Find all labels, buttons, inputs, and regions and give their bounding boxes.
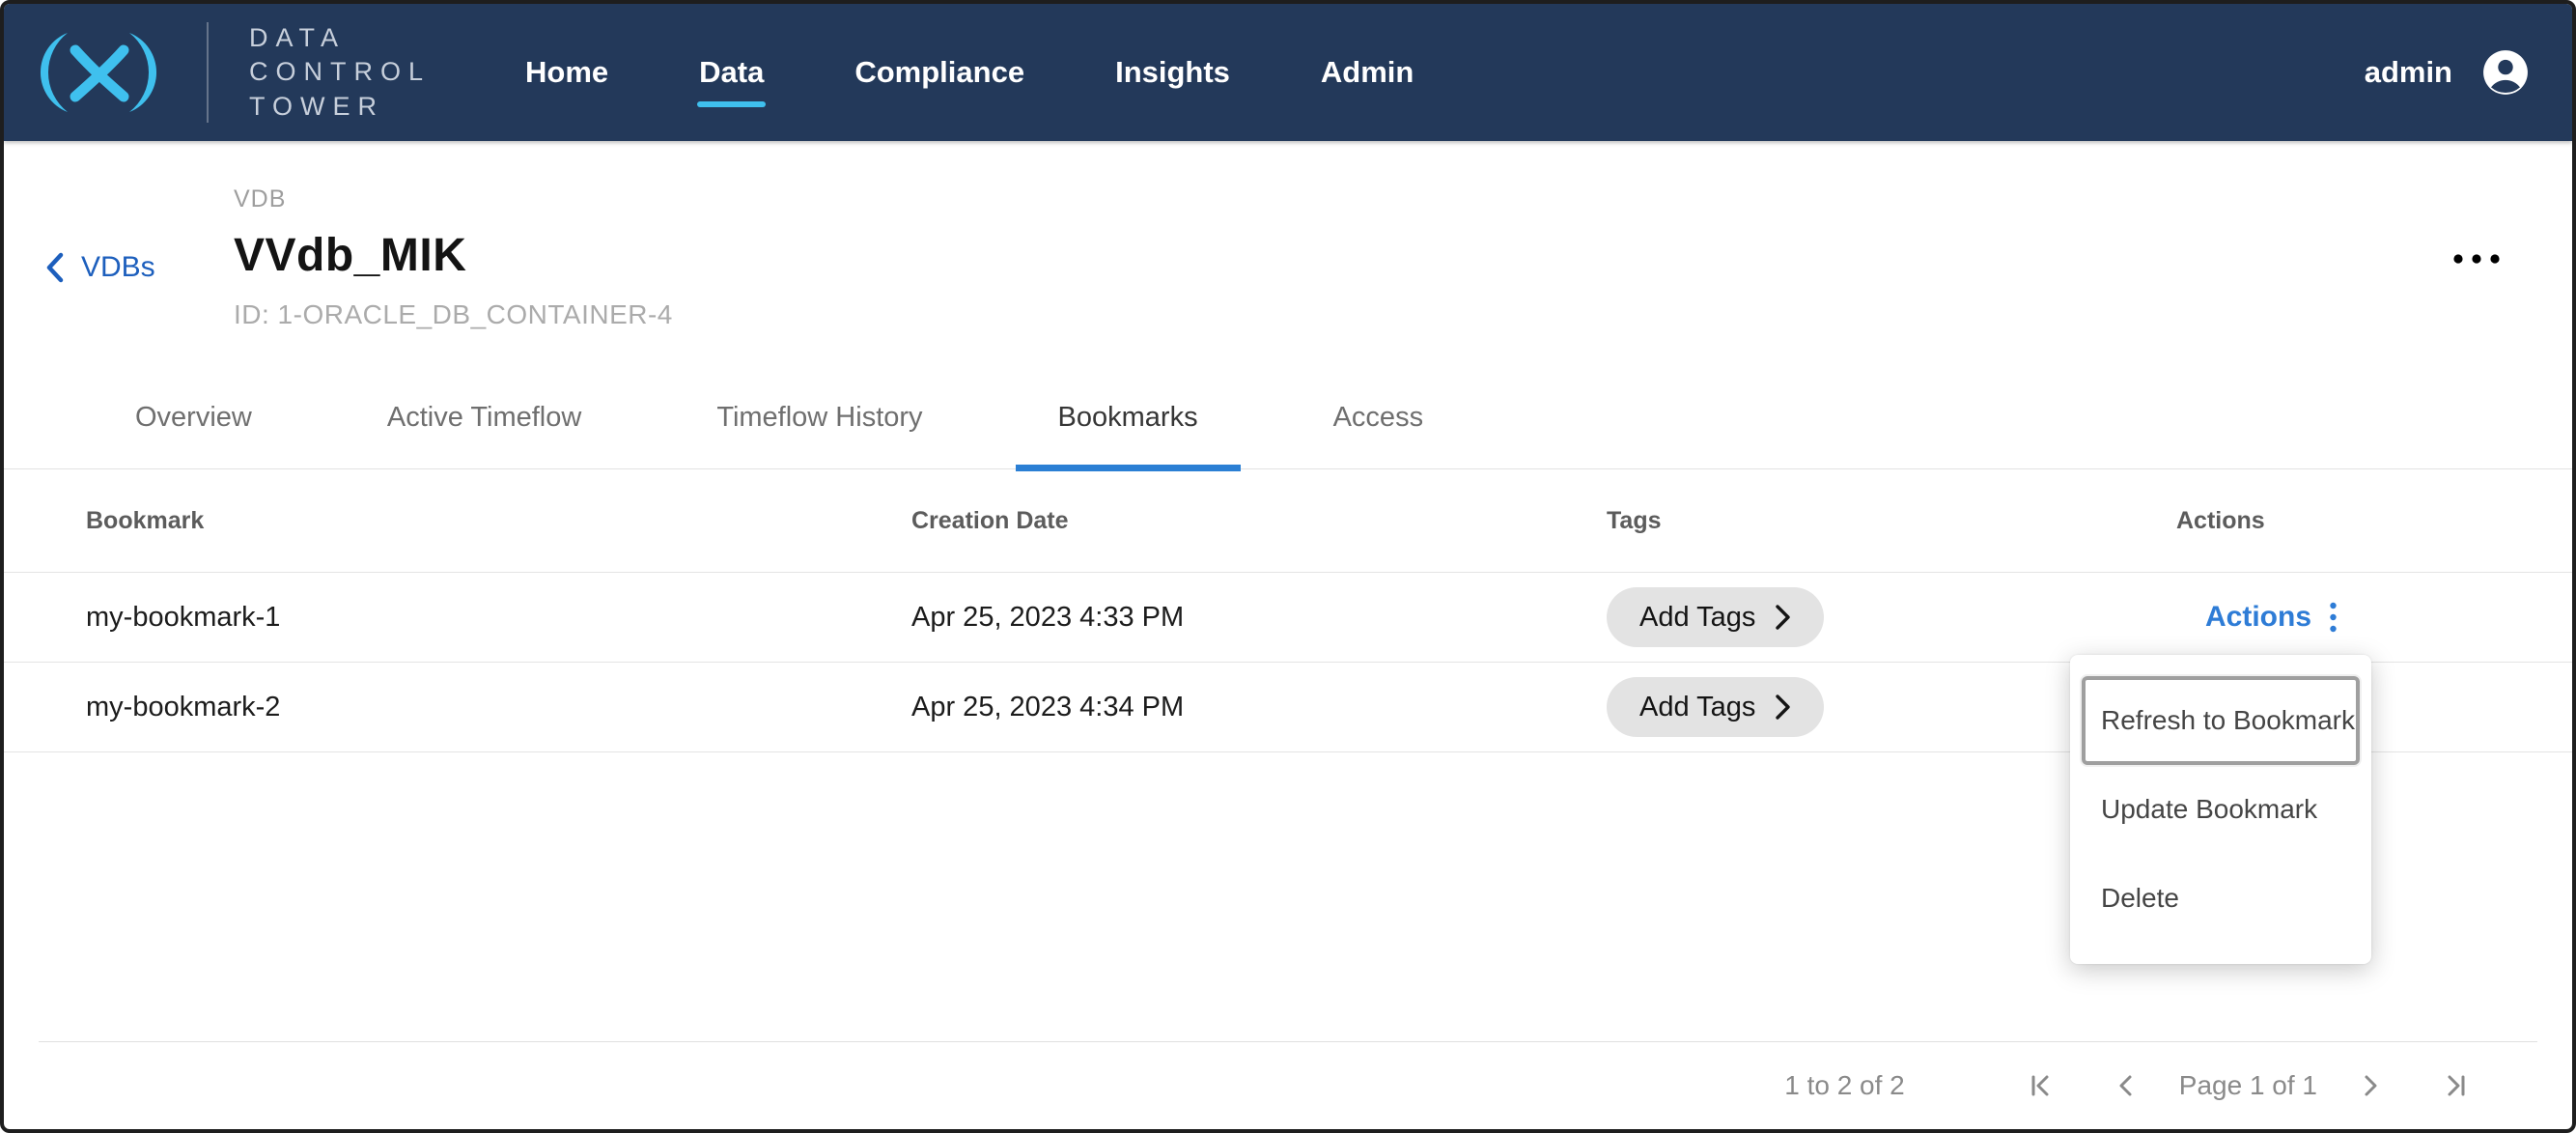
username-label: admin	[2365, 55, 2452, 90]
pagination-bar: 1 to 2 of 2 Page 1 of 1	[39, 1041, 2537, 1129]
kebab-menu-icon	[2329, 601, 2338, 634]
chevron-left-icon	[44, 251, 66, 284]
pagination-range-label: 1 to 2 of 2	[1784, 1070, 1905, 1101]
first-page-button[interactable]	[2021, 1065, 2061, 1106]
add-tags-label: Add Tags	[1639, 692, 1755, 723]
nav-item-data[interactable]: Data	[697, 45, 766, 99]
pagination-page-label: Page 1 of 1	[2179, 1070, 2317, 1101]
tab-bar: Overview Active Timeflow Timeflow Histor…	[4, 384, 2572, 469]
add-tags-label: Add Tags	[1639, 602, 1755, 634]
row-actions-button[interactable]: Actions	[2205, 601, 2338, 634]
chevron-right-icon	[1775, 604, 1791, 631]
top-bar: DATA CONTROL TOWER Home Data Compliance …	[4, 4, 2572, 141]
menu-item-refresh-to-bookmark[interactable]: Refresh to Bookmark	[2082, 676, 2360, 765]
actions-label: Actions	[2205, 601, 2311, 634]
column-header-tags: Tags	[1607, 507, 2176, 535]
app-wordmark: DATA CONTROL TOWER	[249, 21, 431, 125]
chevron-right-icon	[1775, 694, 1791, 721]
chevron-right-icon	[2356, 1071, 2385, 1100]
creation-date: Apr 25, 2023 4:34 PM	[911, 692, 1607, 723]
bookmark-name: my-bookmark-2	[86, 692, 911, 723]
actions-dropdown-menu: Refresh to Bookmark Update Bookmark Dele…	[2070, 655, 2371, 964]
table-header-row: Bookmark Creation Date Tags Actions	[4, 469, 2572, 573]
back-link-vdbs[interactable]: VDBs	[44, 251, 155, 284]
add-tags-button[interactable]: Add Tags	[1607, 587, 1824, 647]
title-block: VDB VVdb_MIK ID: 1-ORACLE_DB_CONTAINER-4	[234, 185, 673, 330]
tab-bookmarks[interactable]: Bookmarks	[1016, 402, 1241, 468]
column-header-bookmark: Bookmark	[86, 507, 911, 535]
user-avatar-icon[interactable]	[2481, 48, 2530, 97]
next-page-button[interactable]	[2350, 1065, 2391, 1106]
main-nav: Home Data Compliance Insights Admin	[523, 45, 1415, 99]
logo-divider	[207, 22, 209, 123]
add-tags-button[interactable]: Add Tags	[1607, 677, 1824, 737]
menu-item-update-bookmark[interactable]: Update Bookmark	[2082, 765, 2360, 854]
last-page-icon	[2441, 1071, 2470, 1100]
tab-active-timeflow[interactable]: Active Timeflow	[345, 402, 624, 468]
horizontal-ellipsis-icon[interactable]	[2445, 245, 2508, 272]
app-window: DATA CONTROL TOWER Home Data Compliance …	[0, 0, 2576, 1133]
page-title: VVdb_MIK	[234, 229, 673, 282]
entity-type-label: VDB	[234, 185, 673, 213]
back-link-label: VDBs	[81, 251, 155, 284]
first-page-icon	[2027, 1071, 2056, 1100]
creation-date: Apr 25, 2023 4:33 PM	[911, 602, 1607, 634]
entity-id-label: ID: 1-ORACLE_DB_CONTAINER-4	[234, 299, 673, 330]
nav-item-compliance[interactable]: Compliance	[853, 45, 1026, 99]
column-header-actions: Actions	[2176, 507, 2534, 535]
tab-overview[interactable]: Overview	[93, 402, 294, 468]
previous-page-button[interactable]	[2106, 1065, 2146, 1106]
topbar-user-area: admin	[2365, 48, 2530, 97]
table-row: my-bookmark-1 Apr 25, 2023 4:33 PM Add T…	[4, 573, 2572, 663]
delphix-mark-icon[interactable]	[25, 25, 172, 120]
column-header-creation-date: Creation Date	[911, 507, 1607, 535]
tab-timeflow-history[interactable]: Timeflow History	[674, 402, 965, 468]
tab-access[interactable]: Access	[1291, 402, 1466, 468]
nav-item-home[interactable]: Home	[523, 45, 610, 99]
bookmark-name: my-bookmark-1	[86, 602, 911, 634]
nav-item-insights[interactable]: Insights	[1113, 45, 1232, 99]
nav-item-admin[interactable]: Admin	[1319, 45, 1415, 99]
last-page-button[interactable]	[2435, 1065, 2476, 1106]
page-header: VDBs VDB VVdb_MIK ID: 1-ORACLE_DB_CONTAI…	[4, 141, 2572, 384]
menu-item-delete[interactable]: Delete	[2082, 854, 2360, 943]
chevron-left-icon	[2112, 1071, 2141, 1100]
